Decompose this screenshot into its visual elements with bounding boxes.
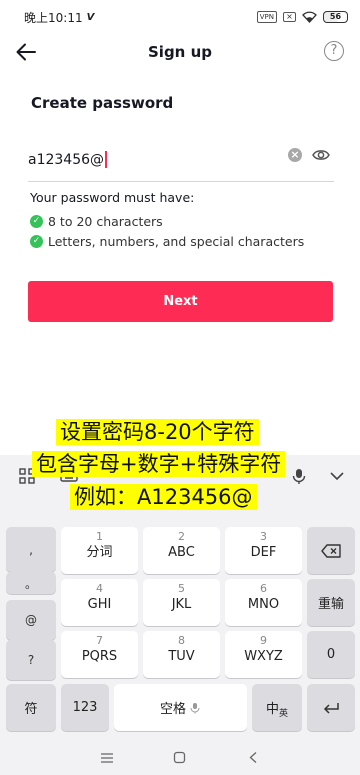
password-value: a123456@ bbox=[28, 151, 105, 168]
key-8[interactable]: 8 TUV bbox=[143, 631, 220, 678]
check-icon: ✓ bbox=[30, 215, 43, 228]
key-letters: 分词 bbox=[86, 545, 113, 560]
help-button[interactable]: ? bbox=[324, 41, 344, 61]
show-password-button[interactable] bbox=[312, 146, 330, 164]
key-letters: PQRS bbox=[81, 649, 118, 664]
wifi-icon bbox=[302, 11, 317, 23]
lang-main: 中 bbox=[265, 702, 279, 717]
key-number: 9 bbox=[260, 634, 267, 647]
no-sim-icon: × bbox=[283, 12, 296, 22]
key-2[interactable]: 2 ABC bbox=[143, 527, 220, 574]
enter-icon bbox=[323, 702, 339, 714]
back-button[interactable] bbox=[14, 40, 38, 64]
key-letters: DEF bbox=[250, 545, 277, 560]
caption-line-3: 例如：A123456@ bbox=[70, 484, 257, 510]
password-input[interactable]: a123456@ bbox=[28, 151, 107, 168]
status-time: 晚上10:11 bbox=[24, 10, 83, 25]
key-number: 5 bbox=[178, 582, 185, 595]
key-number: 3 bbox=[260, 530, 267, 543]
key-number: 1 bbox=[96, 530, 103, 543]
backspace-key[interactable] bbox=[307, 527, 355, 574]
requirements-title: Your password must have: bbox=[30, 190, 195, 205]
top-nav: Sign up ? bbox=[0, 34, 360, 70]
home-icon[interactable] bbox=[165, 748, 195, 768]
punct-key-at[interactable]: @ bbox=[6, 600, 56, 640]
caption-line-2: 包含字母+数字+特殊字符 bbox=[32, 451, 286, 477]
backspace-icon bbox=[321, 543, 341, 558]
mic-small-icon bbox=[190, 702, 200, 713]
text-cursor bbox=[105, 151, 107, 168]
language-switch-key[interactable]: 中 英 bbox=[252, 684, 302, 731]
key-letters: MNO bbox=[247, 597, 280, 612]
numbers-key[interactable]: 123 bbox=[61, 684, 109, 731]
key-1[interactable]: 1 分词 bbox=[61, 527, 138, 574]
system-nav-bar bbox=[0, 740, 360, 775]
chevron-down-icon[interactable] bbox=[328, 467, 346, 485]
requirement-label: Letters, numbers, and special characters bbox=[48, 234, 305, 249]
requirement-item: ✓ Letters, numbers, and special characte… bbox=[30, 234, 304, 249]
key-3[interactable]: 3 DEF bbox=[225, 527, 302, 574]
key-number: 7 bbox=[96, 634, 103, 647]
key-9[interactable]: 9 WXYZ bbox=[225, 631, 302, 678]
vpn-badge: VPN bbox=[256, 11, 277, 23]
signal-v-icon: V bbox=[86, 11, 95, 23]
punct-key-period[interactable]: 。 bbox=[6, 572, 56, 594]
enter-key[interactable] bbox=[307, 684, 355, 731]
key-7[interactable]: 7 PQRS bbox=[61, 631, 138, 678]
page-title: Sign up bbox=[148, 43, 212, 61]
battery-icon: 56 bbox=[323, 11, 348, 23]
key-6[interactable]: 6 MNO bbox=[225, 579, 302, 626]
key-5[interactable]: 5 JKL bbox=[143, 579, 220, 626]
requirement-label: 8 to 20 characters bbox=[48, 214, 163, 229]
symbol-key[interactable]: 符 bbox=[6, 684, 56, 731]
key-letters: WXYZ bbox=[244, 649, 283, 664]
clear-button[interactable]: × bbox=[288, 148, 302, 162]
arrow-left-icon bbox=[16, 43, 36, 61]
back-nav-icon[interactable] bbox=[238, 748, 268, 768]
key-number: 6 bbox=[260, 582, 267, 595]
section-title: Create password bbox=[31, 94, 174, 112]
status-left: 晚上10:11 V bbox=[24, 9, 94, 26]
requirement-item: ✓ 8 to 20 characters bbox=[30, 214, 163, 229]
status-bar: 晚上10:11 V VPN × 56 bbox=[0, 0, 360, 34]
key-letters: GHI bbox=[87, 597, 112, 612]
space-key[interactable]: 空格 bbox=[114, 684, 247, 731]
punct-key-comma[interactable]: , bbox=[6, 527, 56, 572]
key-letters: JKL bbox=[171, 597, 192, 612]
next-button[interactable]: Next bbox=[28, 281, 333, 322]
key-number: 4 bbox=[96, 582, 103, 595]
mic-icon[interactable] bbox=[290, 467, 308, 485]
key-letters: ABC bbox=[168, 545, 195, 560]
reenter-key[interactable]: 重输 bbox=[307, 579, 355, 626]
key-number: 2 bbox=[178, 530, 185, 543]
punct-key-question[interactable]: ? bbox=[6, 640, 56, 680]
check-icon: ✓ bbox=[30, 235, 43, 248]
key-4[interactable]: 4 GHI bbox=[61, 579, 138, 626]
lang-sub: 英 bbox=[279, 709, 289, 719]
key-letters: TUV bbox=[168, 649, 195, 664]
caption-line-1: 设置密码8-20个字符 bbox=[56, 419, 259, 445]
eye-icon bbox=[312, 150, 330, 160]
zero-key[interactable]: 0 bbox=[307, 631, 355, 678]
status-right: VPN × 56 bbox=[256, 11, 348, 23]
menu-icon[interactable] bbox=[92, 748, 122, 768]
password-field[interactable]: a123456@ × bbox=[28, 138, 334, 182]
space-label: 空格 bbox=[159, 702, 186, 717]
key-number: 8 bbox=[178, 634, 185, 647]
